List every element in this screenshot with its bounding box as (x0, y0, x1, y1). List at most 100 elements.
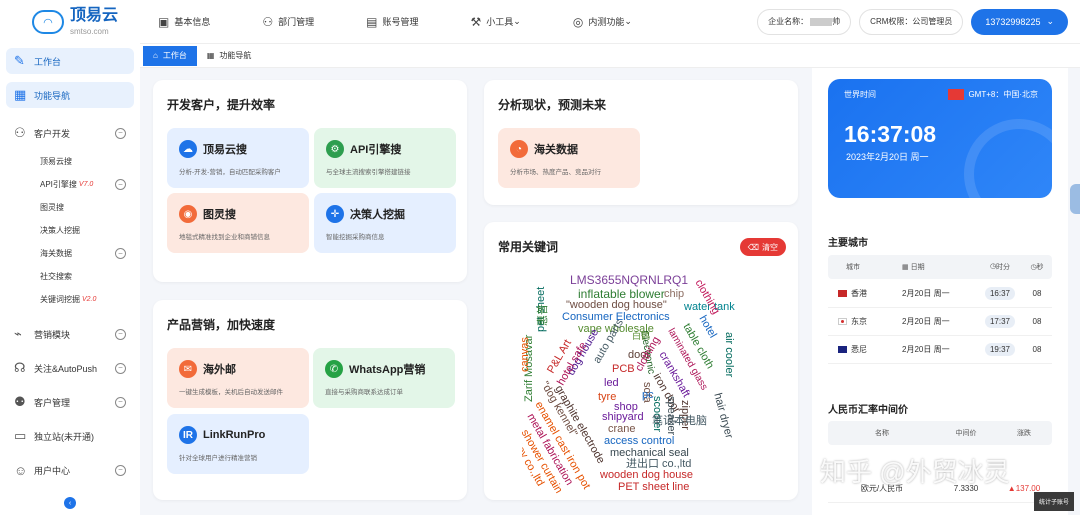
sidebar-item-nav[interactable]: ▦ 功能导航 (6, 82, 134, 108)
keyword[interactable]: canvas (522, 337, 531, 372)
feature-decision-maker[interactable]: ✛ 决策人挖掘 智能挖掘采购商信息 (314, 193, 456, 253)
version-badge: V2.0 (82, 296, 97, 303)
feature-turing-search[interactable]: ◉ 图灵搜 地毯式精准找到企业和商铺信息 (167, 193, 309, 253)
marketing-card: 产品营销，加快速度 ✉ 海外邮 一键生成模板，关机后自动发送邮件 ✆ WhatsAp… (153, 300, 467, 500)
feature-whatsapp[interactable]: ✆ WhatsApp营销 直接与采购商联系达成订单 (313, 348, 455, 408)
cloud-logo-icon: ◠ (32, 10, 64, 34)
au-flag-icon (838, 346, 847, 353)
site-icon: ▭ (14, 428, 27, 443)
sidebar-item-user[interactable]: ☺ 用户中心 − (0, 453, 140, 487)
tab-bar: ⌂ 工作台 ▦ 功能导航 (140, 44, 1080, 68)
feature-overseas-mail[interactable]: ✉ 海外邮 一键生成模板，关机后自动发送邮件 (167, 348, 309, 408)
mail-icon: ✉ (179, 360, 197, 378)
trash-icon: ⌫ (747, 242, 759, 252)
feature-smtso[interactable]: ☁ 顶易云搜 分析-开发-营销，自动匹配采购客户 (167, 128, 309, 188)
city-row: 东京 2月20日 周一 17:37 08 (828, 308, 1052, 336)
keyword[interactable]: 白鹤 (632, 332, 650, 341)
expand-icon[interactable]: − (115, 328, 126, 340)
fx-title: 人民币汇率中间价 (828, 405, 908, 416)
keyword-cloud: LMS3655NQRNLRQ1 inflatable blower "woode… (522, 272, 742, 497)
keyword[interactable]: shop (614, 402, 638, 413)
sidebar-item-autopush[interactable]: ☊ 关注&AutoPush − (0, 351, 140, 385)
home-icon: ⌂ (153, 51, 158, 60)
cities-table-header: 城市 ▦ 日期 ◷ 时分 ◷秒 (828, 255, 1052, 279)
sub-account-counter-button[interactable]: 统计子账号 (1033, 492, 1074, 511)
nav-tools[interactable]: ⚒ 小工具 ⌄ (471, 15, 521, 29)
cloud-search-icon: ☁ (179, 140, 197, 158)
keyword[interactable]: PCB (612, 364, 635, 375)
user-add-icon: ⚇ (14, 125, 26, 140)
keyword[interactable]: air cooler (723, 332, 735, 377)
sidebar-sub-api[interactable]: API引擎搜 V7.0− (0, 173, 140, 196)
keyword[interactable]: 惠普 (537, 304, 549, 326)
sidebar-item-customer-dev[interactable]: ⚇ 客户开发 − (0, 116, 140, 150)
expand-icon[interactable]: − (115, 179, 126, 190)
nav-profile[interactable]: ▣ 基本信息 (158, 15, 210, 29)
top-bar: ▣ 基本信息 ⚇ 部门管理 ▤ 账号管理 ⚒ 小工具 ⌄ ◎ 内测功能 ⌄ 企业名称：帅 CR… (140, 0, 1080, 44)
keyword[interactable]: crane (608, 424, 636, 435)
collapse-icon[interactable]: − (115, 127, 126, 139)
sidebar-sub-customs[interactable]: 海关数据 − (0, 242, 140, 265)
sidebar-sub-social[interactable]: 社交搜索 (0, 265, 140, 288)
grid-icon: ▦ (14, 87, 27, 102)
keyword[interactable]: chip (664, 289, 684, 300)
expand-icon[interactable]: − (115, 464, 126, 476)
card-title: 常用关键词 (498, 240, 559, 254)
analysis-card: 分析现状，预测未来 ◔ 海关数据 分析市场、热度产品、竞品对行 (484, 80, 798, 205)
sidebar-sub-decision[interactable]: 决策人挖掘 (0, 219, 140, 242)
calendar-icon: ▦ (902, 264, 909, 271)
feature-linkrunpro[interactable]: IR LinkRunPro 针对全球用户进行精准营销 (167, 414, 309, 474)
clear-keywords-button[interactable]: ⌫ 清空 (739, 238, 786, 256)
sidebar-item-marketing[interactable]: ⌁ 营销模块 − (0, 317, 140, 351)
timezone: GMT+8：中国·北京 (948, 89, 1038, 100)
grid-icon: ▦ (206, 51, 215, 60)
tab-workbench[interactable]: ⌂ 工作台 (143, 45, 197, 66)
feature-customs-data[interactable]: ◔ 海关数据 分析市场、热度产品、竞品对行 (498, 128, 640, 188)
brand-logo[interactable]: ◠ 顶易云 smtso.com (0, 0, 140, 44)
sidebar: ✎ 工作台 ▦ 功能导航 ⚇ 客户开发 − 顶易云搜 API引擎搜 V7.0− 图灵搜 决… (0, 44, 140, 515)
nav-beta[interactable]: ◎ 内测功能 ⌄ (573, 15, 632, 29)
nav-account[interactable]: ▤ 账号管理 (366, 15, 418, 29)
lab-icon: ◎ (572, 14, 584, 29)
sidebar-sub-keyword[interactable]: 关键词挖掘 V2.0 (0, 288, 140, 311)
card-title: 产品营销，加快速度 (167, 318, 276, 332)
crosshair-icon: ✛ (326, 205, 344, 223)
side-float-handle[interactable] (1070, 184, 1080, 214)
globe-icon (964, 119, 1052, 198)
keywords-card: 常用关键词 ⌫ 清空 LMS3655NQRNLRQ1 inflatable blo… (484, 222, 798, 500)
keyword[interactable]: hair dryer (711, 392, 735, 440)
chevron-down-icon: ⌄ (624, 16, 632, 26)
keyword[interactable]: wooden dog house (600, 470, 693, 481)
version-badge: V7.0 (78, 181, 94, 188)
expand-icon[interactable]: − (115, 362, 126, 374)
chevron-down-icon: ⌄ (1046, 16, 1054, 26)
collapse-sidebar-icon[interactable]: ‹ (64, 497, 76, 509)
sidebar-item-site[interactable]: ▭ 独立站(未开通) (0, 419, 140, 453)
keyword[interactable]: LMS3655NQRNLRQ1 (570, 274, 688, 286)
card-title: 开发客户，提升效率 (167, 98, 276, 112)
keyword[interactable]: PET sheet line (618, 482, 689, 493)
card-title: 分析现状，预测未来 (498, 98, 607, 112)
sidebar-item-workbench[interactable]: ✎ 工作台 (6, 48, 134, 74)
redacted-block (810, 17, 833, 26)
sidebar-item-crm[interactable]: ⚉ 客户管理 − (0, 385, 140, 419)
profile-icon: ▣ (158, 14, 170, 29)
expand-icon[interactable]: − (115, 248, 126, 259)
user-phone-button[interactable]: 13732998225 ⌄ (971, 8, 1068, 35)
nav-department[interactable]: ⚇ 部门管理 (262, 15, 314, 29)
tab-nav[interactable]: ▦ 功能导航 (197, 46, 262, 66)
clock-time: 16:37:08 (844, 121, 937, 147)
company-name: 企业名称：帅 (757, 8, 852, 35)
cities-title: 主要城市 (828, 238, 868, 249)
sidebar-sub-turing[interactable]: 图灵搜 (0, 196, 140, 219)
target-icon: ◉ (179, 205, 197, 223)
keyword[interactable]: "wooden dog house" (566, 300, 667, 311)
keyword[interactable]: led (604, 378, 619, 389)
expand-icon[interactable]: − (115, 396, 126, 408)
keyword[interactable]: access control (604, 436, 674, 447)
sidebar-sub-smtso[interactable]: 顶易云搜 (0, 150, 140, 173)
feature-api-search[interactable]: ⚙ API引擎搜 与全球主流搜索引擎搭建链接 (314, 128, 456, 188)
keyword[interactable]: shipyard (602, 412, 644, 423)
fx-table-header: 名称 中间价 涨跌 (828, 421, 1052, 445)
keyword[interactable]: 笔记本电脑 (652, 416, 707, 427)
